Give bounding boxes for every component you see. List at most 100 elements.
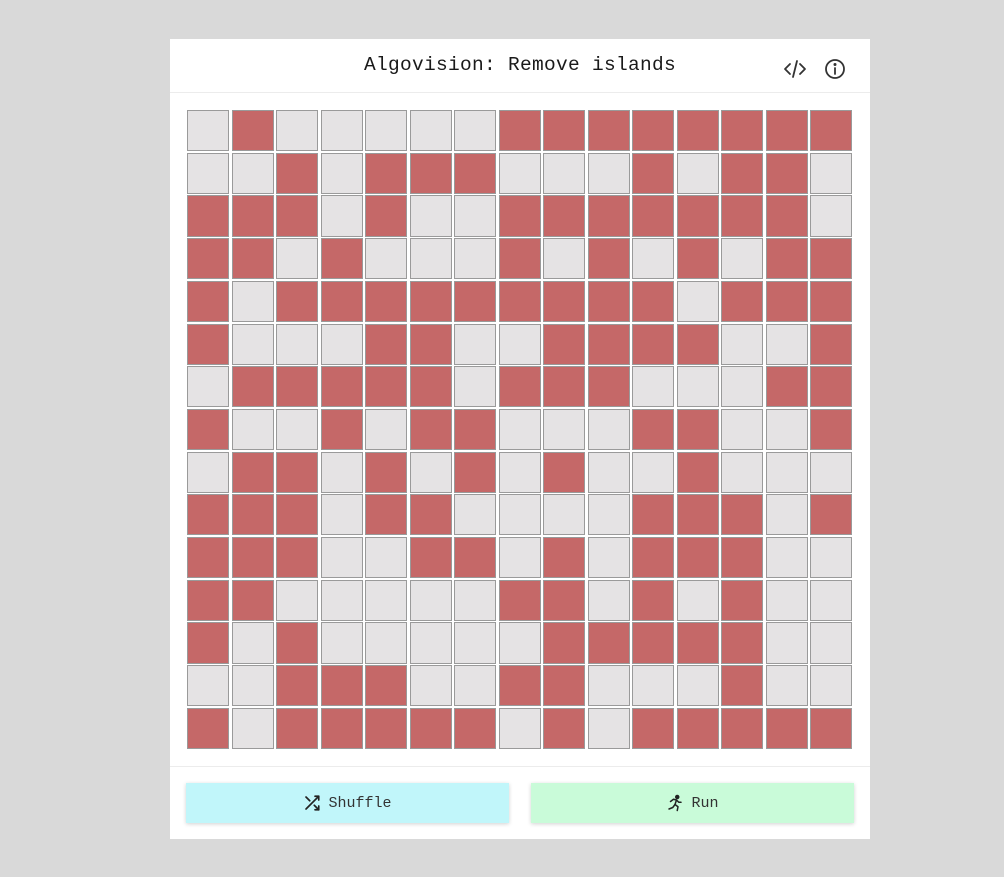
grid-cell-water[interactable] [810, 152, 853, 194]
grid-cell-land[interactable] [765, 195, 808, 237]
grid-cell-land[interactable] [276, 451, 319, 493]
grid-cell-water[interactable] [276, 323, 319, 365]
grid-cell-land[interactable] [498, 366, 541, 408]
grid-cell-water[interactable] [276, 110, 319, 152]
grid-cell-land[interactable] [320, 238, 363, 280]
grid-cell-water[interactable] [721, 408, 764, 451]
grid-cell-land[interactable] [810, 494, 853, 536]
grid-cell-land[interactable] [721, 195, 764, 237]
grid-cell-land[interactable] [721, 707, 764, 749]
grid-cell-land[interactable] [365, 195, 408, 237]
grid-cell-land[interactable] [543, 665, 586, 707]
grid-cell-water[interactable] [721, 238, 764, 280]
grid-cell-water[interactable] [276, 579, 319, 621]
grid-cell-water[interactable] [587, 451, 630, 493]
grid-cell-water[interactable] [320, 622, 363, 664]
grid-cell-land[interactable] [765, 238, 808, 280]
grid-cell-land[interactable] [676, 537, 719, 579]
grid-cell-water[interactable] [409, 238, 452, 280]
grid-cell-land[interactable] [632, 408, 675, 451]
grid-cell-land[interactable] [765, 280, 808, 322]
grid-cell-water[interactable] [409, 665, 452, 707]
grid-cell-land[interactable] [409, 707, 452, 749]
grid-cell-water[interactable] [498, 494, 541, 536]
grid-cell-land[interactable] [543, 110, 586, 152]
grid-cell-land[interactable] [320, 408, 363, 451]
grid-cell-water[interactable] [365, 238, 408, 280]
grid-cell-land[interactable] [810, 366, 853, 408]
grid-cell-water[interactable] [231, 622, 274, 664]
grid-cell-water[interactable] [320, 152, 363, 194]
grid-cell-land[interactable] [676, 323, 719, 365]
grid-cell-land[interactable] [587, 110, 630, 152]
grid-cell-water[interactable] [409, 110, 452, 152]
grid-cell-land[interactable] [187, 707, 230, 749]
grid-cell-water[interactable] [276, 238, 319, 280]
grid-cell-land[interactable] [187, 622, 230, 664]
grid-cell-water[interactable] [721, 451, 764, 493]
grid-cell-water[interactable] [765, 323, 808, 365]
grid-cell-water[interactable] [187, 110, 230, 152]
grid-cell-land[interactable] [810, 238, 853, 280]
grid-cell-land[interactable] [543, 537, 586, 579]
grid-cell-land[interactable] [587, 323, 630, 365]
grid-cell-water[interactable] [231, 707, 274, 749]
grid-cell-water[interactable] [587, 665, 630, 707]
grid-cell-land[interactable] [276, 707, 319, 749]
grid-cell-land[interactable] [365, 152, 408, 194]
grid-cell-water[interactable] [498, 323, 541, 365]
grid-cell-water[interactable] [498, 622, 541, 664]
grid-cell-land[interactable] [676, 238, 719, 280]
grid-cell-land[interactable] [765, 110, 808, 152]
grid-cell-water[interactable] [632, 238, 675, 280]
grid-cell-land[interactable] [231, 494, 274, 536]
grid-cell-water[interactable] [587, 408, 630, 451]
grid-cell-land[interactable] [365, 707, 408, 749]
grid-cell-water[interactable] [676, 366, 719, 408]
grid-cell-water[interactable] [765, 622, 808, 664]
grid-cell-land[interactable] [543, 195, 586, 237]
grid-cell-water[interactable] [765, 537, 808, 579]
grid-cell-land[interactable] [632, 195, 675, 237]
grid-cell-water[interactable] [543, 494, 586, 536]
grid-cell-water[interactable] [454, 238, 497, 280]
grid-cell-water[interactable] [721, 323, 764, 365]
grid-cell-land[interactable] [543, 622, 586, 664]
grid-cell-land[interactable] [365, 323, 408, 365]
grid-cell-water[interactable] [320, 494, 363, 536]
grid-cell-water[interactable] [231, 152, 274, 194]
grid-cell-land[interactable] [632, 152, 675, 194]
grid-cell-land[interactable] [676, 195, 719, 237]
grid-cell-water[interactable] [454, 622, 497, 664]
grid-cell-water[interactable] [320, 323, 363, 365]
grid-cell-water[interactable] [320, 537, 363, 579]
grid-cell-water[interactable] [587, 579, 630, 621]
grid-cell-land[interactable] [320, 707, 363, 749]
grid-cell-land[interactable] [276, 366, 319, 408]
grid-cell-land[interactable] [276, 622, 319, 664]
grid-cell-water[interactable] [810, 537, 853, 579]
grid-cell-water[interactable] [676, 280, 719, 322]
grid-cell-land[interactable] [454, 408, 497, 451]
grid-cell-water[interactable] [498, 707, 541, 749]
grid-cell-land[interactable] [721, 579, 764, 621]
grid-cell-land[interactable] [676, 110, 719, 152]
grid-cell-water[interactable] [365, 110, 408, 152]
grid-cell-land[interactable] [587, 195, 630, 237]
grid-cell-land[interactable] [676, 622, 719, 664]
grid-cell-water[interactable] [587, 152, 630, 194]
grid-cell-water[interactable] [498, 537, 541, 579]
grid-cell-land[interactable] [187, 238, 230, 280]
grid-cell-land[interactable] [187, 195, 230, 237]
grid-cell-land[interactable] [276, 280, 319, 322]
grid-cell-water[interactable] [765, 451, 808, 493]
grid-cell-land[interactable] [543, 280, 586, 322]
grid-cell-water[interactable] [320, 579, 363, 621]
grid-cell-land[interactable] [676, 494, 719, 536]
grid-cell-water[interactable] [187, 451, 230, 493]
grid-cell-land[interactable] [365, 366, 408, 408]
grid-cell-land[interactable] [276, 494, 319, 536]
grid-cell-land[interactable] [765, 707, 808, 749]
grid-cell-water[interactable] [632, 665, 675, 707]
grid-cell-land[interactable] [543, 579, 586, 621]
